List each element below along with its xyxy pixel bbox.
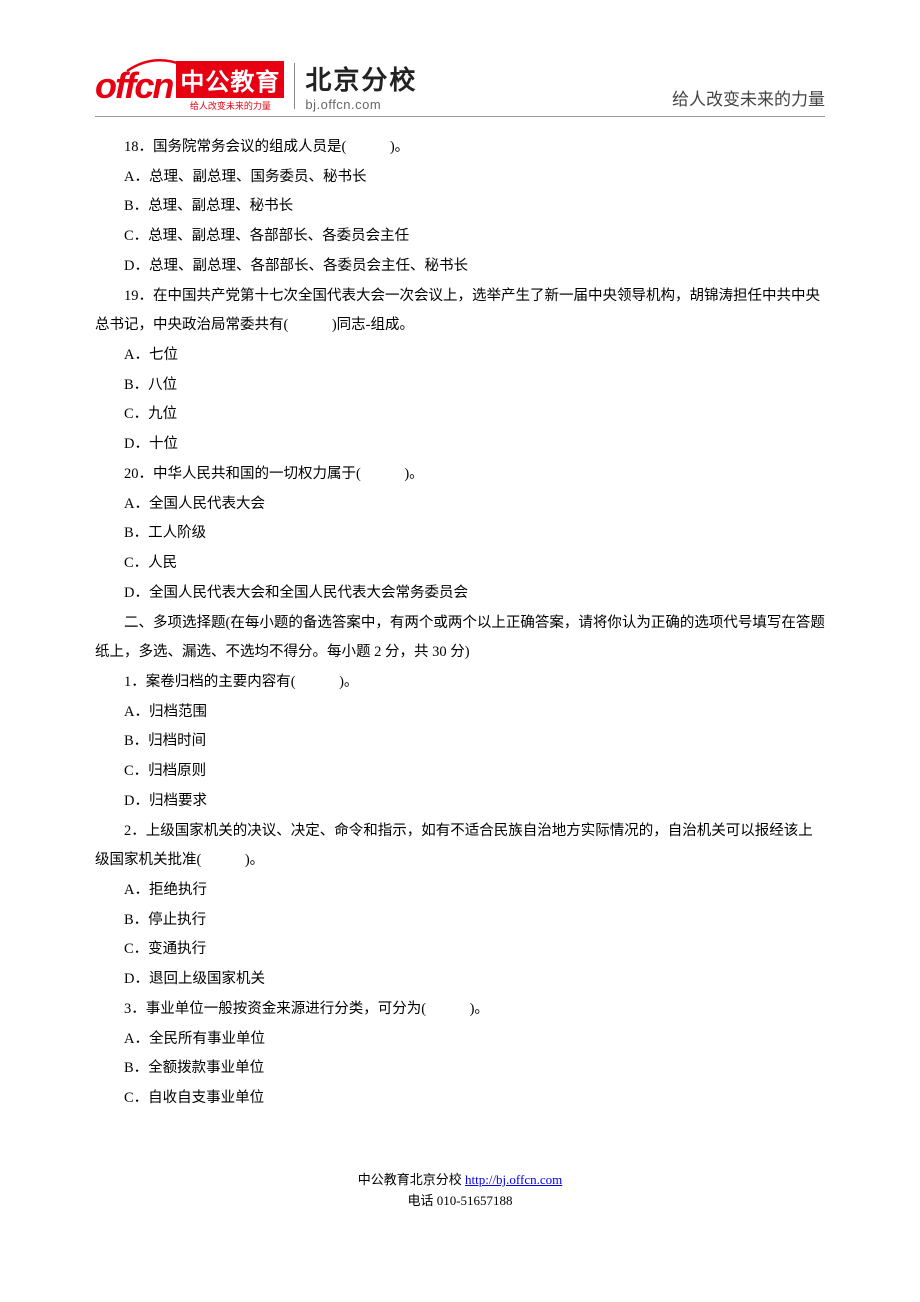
- logo-area: offcn 中公教育 给人改变未来的力量 北京分校 bj.offcn.com: [95, 60, 417, 112]
- branch-name: 北京分校: [305, 60, 417, 97]
- question-20: 20．中华人民共和国的一切权力属于( )。: [95, 460, 825, 490]
- offcn-logo: offcn: [95, 65, 172, 107]
- page-header: offcn 中公教育 给人改变未来的力量 北京分校 bj.offcn.com 给…: [95, 60, 825, 117]
- option: C．九位: [95, 400, 825, 430]
- option: D．总理、副总理、各部部长、各委员会主任、秘书长: [95, 252, 825, 282]
- brand-sub: 给人改变未来的力量: [190, 99, 271, 112]
- option: B．总理、副总理、秘书长: [95, 192, 825, 222]
- s2-question-1: 1．案卷归档的主要内容有( )。: [95, 668, 825, 698]
- footer-line1: 中公教育北京分校 http://bj.offcn.com: [0, 1170, 920, 1191]
- footer-prefix: 中公教育北京分校: [358, 1172, 465, 1187]
- option: D．全国人民代表大会和全国人民代表大会常务委员会: [95, 579, 825, 609]
- brand-block: 中公教育 给人改变未来的力量: [176, 61, 284, 112]
- section2-title: 二、多项选择题(在每小题的备选答案中，有两个或两个以上正确答案，请将你认为正确的…: [95, 609, 825, 668]
- option: B．全额拨款事业单位: [95, 1054, 825, 1084]
- option: B．停止执行: [95, 906, 825, 936]
- header-slogan: 给人改变未来的力量: [672, 85, 825, 112]
- option: A．七位: [95, 341, 825, 371]
- question-18: 18．国务院常务会议的组成人员是( )。: [95, 133, 825, 163]
- option: A．归档范围: [95, 698, 825, 728]
- question-19: 19．在中国共产党第十七次全国代表大会一次会议上，选举产生了新一届中央领导机构，…: [95, 282, 825, 341]
- question-19-text: 19．在中国共产党第十七次全国代表大会一次会议上，选举产生了新一届中央领导机构，…: [95, 288, 820, 334]
- option: C．总理、副总理、各部部长、各委员会主任: [95, 222, 825, 252]
- divider: [294, 63, 295, 109]
- option: B．工人阶级: [95, 519, 825, 549]
- option: C．变通执行: [95, 935, 825, 965]
- option: C．人民: [95, 549, 825, 579]
- option: D．退回上级国家机关: [95, 965, 825, 995]
- page-footer: 中公教育北京分校 http://bj.offcn.com 电话 010-5165…: [0, 1170, 920, 1212]
- option: D．十位: [95, 430, 825, 460]
- option: B．八位: [95, 371, 825, 401]
- footer-link[interactable]: http://bj.offcn.com: [465, 1172, 562, 1187]
- branch-block: 北京分校 bj.offcn.com: [305, 60, 417, 112]
- option: A．全国人民代表大会: [95, 490, 825, 520]
- brand-cn: 中公教育: [176, 61, 284, 98]
- s2-question-2: 2．上级国家机关的决议、决定、命令和指示，如有不适合民族自治地方实际情况的，自治…: [95, 817, 825, 876]
- content-body: 18．国务院常务会议的组成人员是( )。 A．总理、副总理、国务委员、秘书长 B…: [95, 133, 825, 1114]
- option: A．拒绝执行: [95, 876, 825, 906]
- s2-question-3: 3．事业单位一般按资金来源进行分类，可分为( )。: [95, 995, 825, 1025]
- option: C．自收自支事业单位: [95, 1084, 825, 1114]
- branch-url: bj.offcn.com: [305, 97, 417, 112]
- option: A．总理、副总理、国务委员、秘书长: [95, 163, 825, 193]
- option: A．全民所有事业单位: [95, 1025, 825, 1055]
- option: D．归档要求: [95, 787, 825, 817]
- footer-line2: 电话 010-51657188: [0, 1191, 920, 1212]
- option: B．归档时间: [95, 727, 825, 757]
- option: C．归档原则: [95, 757, 825, 787]
